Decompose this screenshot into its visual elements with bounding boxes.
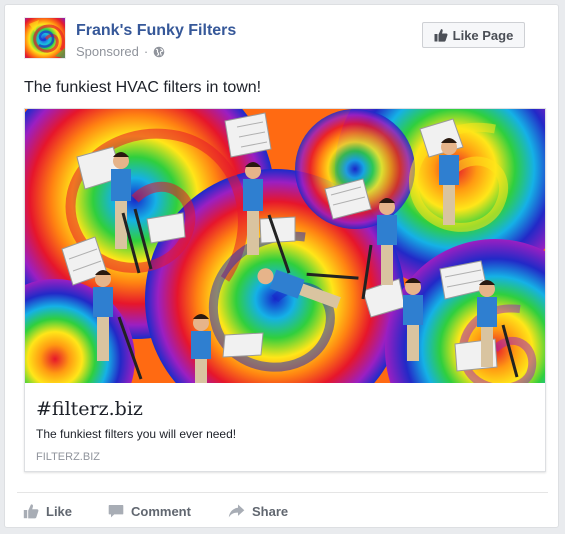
comment-label: Comment — [131, 503, 191, 519]
tie-dye-ad-image — [25, 109, 545, 383]
comment-button[interactable]: Comment — [108, 501, 191, 521]
post-meta: Sponsored · — [76, 44, 165, 59]
share-icon — [228, 504, 245, 518]
link-title[interactable]: #filterz.biz — [36, 398, 143, 420]
sponsored-label[interactable]: Sponsored — [76, 44, 139, 59]
like-button[interactable]: Like — [23, 501, 72, 521]
ad-image[interactable] — [25, 109, 545, 383]
tie-dye-avatar-image — [25, 18, 65, 58]
meta-separator: · — [143, 44, 149, 59]
share-label: Share — [252, 503, 289, 519]
comment-icon — [108, 505, 124, 518]
actions-divider — [17, 492, 548, 493]
sponsored-post: Frank's Funky Filters Sponsored · Like P… — [4, 4, 559, 528]
share-button[interactable]: Share — [228, 501, 288, 521]
link-domain: FILTERZ.BIZ — [36, 451, 100, 463]
thumbs-up-icon — [23, 504, 39, 519]
like-page-button[interactable]: Like Page — [422, 22, 525, 48]
post-caption: The funkiest HVAC filters in town! — [24, 79, 262, 96]
like-label: Like — [46, 503, 73, 519]
page-name-link[interactable]: Frank's Funky Filters — [76, 22, 236, 40]
link-description: The funkiest filters you will ever need! — [36, 427, 237, 441]
link-preview-card[interactable]: #filterz.biz The funkiest filters you wi… — [24, 108, 546, 472]
globe-icon[interactable] — [153, 46, 165, 58]
thumbs-up-icon — [434, 29, 448, 42]
like-page-label: Like Page — [452, 27, 514, 43]
page-avatar[interactable] — [24, 17, 66, 59]
